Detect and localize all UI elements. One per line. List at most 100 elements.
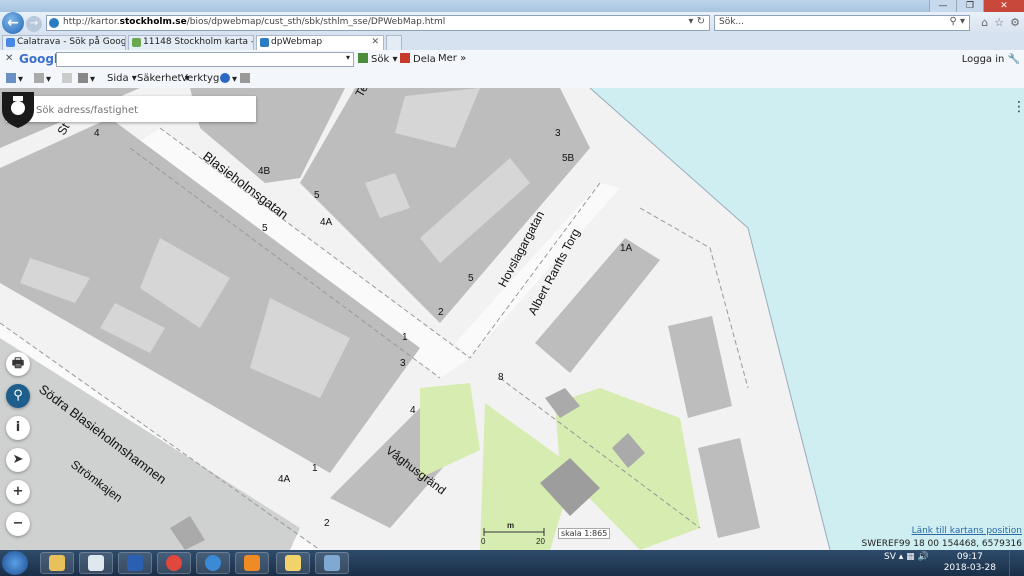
new-tab-button[interactable] bbox=[386, 35, 402, 50]
house-number: 5 bbox=[314, 190, 320, 201]
tab-label: Calatrava - Sök på Google bbox=[17, 37, 126, 47]
clock-time: 09:17 bbox=[956, 552, 983, 562]
feeds-icon[interactable]: ▾ bbox=[34, 73, 51, 85]
house-number: 1 bbox=[402, 332, 408, 343]
address-search-input[interactable] bbox=[34, 100, 248, 120]
google-more-button[interactable]: Mer » bbox=[438, 53, 466, 64]
volume-icon[interactable]: 🔊 bbox=[918, 552, 929, 562]
tab-bar: Calatrava - Sök på Google 11148 Stockhol… bbox=[0, 34, 1024, 51]
sign-in-button[interactable]: Logga in 🔧 bbox=[962, 54, 1020, 65]
map-toolbar: 🖶 ⚲ i ➤ + − bbox=[6, 352, 30, 536]
house-number: 8 bbox=[498, 372, 504, 383]
map-canvas: Blasieholmsgatan Hovslagargatan Albert R… bbox=[0, 88, 831, 550]
tab-google-search[interactable]: Calatrava - Sök på Google bbox=[2, 35, 126, 50]
show-desktop-button[interactable] bbox=[1009, 550, 1024, 576]
command-bar: ▾ ▾ ▾ Sida ▾ Säkerhet ▾ Verktyg ▾ ▾ bbox=[0, 70, 1024, 89]
home-icon[interactable]: ⌂ bbox=[981, 16, 988, 29]
internet-explorer-taskbar-icon[interactable] bbox=[196, 552, 230, 574]
zoom-out-icon[interactable]: − bbox=[6, 512, 30, 536]
hitta-favicon-icon bbox=[132, 38, 141, 47]
close-toolbar-icon[interactable]: ✕ bbox=[5, 53, 13, 64]
tab-dpwebmap[interactable]: dpWebmap ✕ bbox=[256, 35, 384, 50]
google-search-input[interactable]: ▾ bbox=[56, 52, 354, 67]
wrench-icon[interactable]: 🔧 bbox=[1008, 54, 1020, 65]
window-title-bar: — ❐ ✕ bbox=[0, 0, 1024, 12]
more-options-icon[interactable]: ⋮ bbox=[1012, 100, 1024, 114]
google-search-button[interactable]: Sök ▾ bbox=[358, 53, 397, 65]
house-number: 5B bbox=[562, 153, 575, 164]
house-number: 5 bbox=[468, 273, 474, 284]
house-number: 4 bbox=[94, 128, 100, 139]
coordinate-readout: SWEREF99 18 00 154468, 6579316 bbox=[861, 539, 1022, 549]
page-menu[interactable]: Sida ▾ bbox=[107, 73, 137, 84]
house-number: 1 bbox=[312, 463, 318, 474]
back-button[interactable]: ← bbox=[2, 12, 24, 34]
house-number: 1A bbox=[620, 243, 633, 254]
house-number: 4B bbox=[258, 166, 271, 177]
browser-search-placeholder: Sök... bbox=[719, 17, 745, 27]
network-taskbar-icon[interactable] bbox=[315, 552, 349, 574]
stockholm-crest-icon[interactable] bbox=[0, 88, 36, 128]
location-pin-icon[interactable]: ⚲ bbox=[6, 384, 30, 408]
settings-gear-icon[interactable]: ⚙ bbox=[1010, 16, 1020, 29]
house-number: 4A bbox=[320, 217, 333, 228]
close-window-button[interactable]: ✕ bbox=[983, 0, 1024, 12]
clock[interactable]: 09:17 2018-03-28 bbox=[944, 552, 996, 574]
map-view[interactable]: Blasieholmsgatan Hovslagargatan Albert R… bbox=[0, 88, 1024, 550]
research-icon[interactable] bbox=[240, 73, 252, 85]
address-bar[interactable]: http://kartor.stockholm.se/bios/dpwebmap… bbox=[46, 15, 710, 31]
share-icon bbox=[400, 53, 410, 63]
google-toolbar: ✕ Google ▾ Sök ▾ Dela Mer » Logga in 🔧 bbox=[0, 50, 1024, 71]
address-url: http://kartor.stockholm.se/bios/dpwebmap… bbox=[63, 17, 446, 27]
google-sok-icon bbox=[358, 53, 368, 63]
navigation-bar: ← → http://kartor.stockholm.se/bios/dpwe… bbox=[0, 12, 1024, 34]
system-tray: SV ▴ ▦ 🔊 bbox=[884, 552, 929, 562]
chrome-taskbar-icon[interactable] bbox=[157, 552, 191, 574]
tab-label: 11148 Stockholm karta - hitta.se bbox=[143, 37, 254, 47]
google-favicon-icon bbox=[6, 38, 15, 47]
house-number: 2 bbox=[438, 307, 444, 318]
favorites-star-icon[interactable]: ☆ bbox=[994, 16, 1004, 29]
print-toolbar-icon[interactable]: ▾ bbox=[78, 73, 95, 85]
house-number: 3 bbox=[400, 358, 406, 369]
scale-unit: m bbox=[507, 521, 514, 530]
mail-taskbar-icon[interactable] bbox=[276, 552, 310, 574]
tab-hitta[interactable]: 11148 Stockholm karta - hitta.se bbox=[128, 35, 254, 50]
dpwebmap-favicon-icon bbox=[260, 38, 269, 47]
search-icon[interactable]: ⚲ ▾ bbox=[949, 16, 965, 27]
google-share-button[interactable]: Dela bbox=[400, 53, 436, 65]
language-indicator[interactable]: SV bbox=[884, 552, 896, 562]
scale-min: 0 bbox=[481, 537, 486, 546]
scale-label: skala 1:865 bbox=[558, 528, 611, 539]
forward-button[interactable]: → bbox=[26, 16, 42, 32]
explorer-taskbar-icon[interactable] bbox=[40, 552, 74, 574]
print-icon[interactable]: 🖶 bbox=[6, 352, 30, 376]
house-number: 5 bbox=[262, 223, 268, 234]
house-number: 4 bbox=[410, 405, 416, 416]
house-number: 3 bbox=[555, 128, 561, 139]
info-icon[interactable]: i bbox=[6, 416, 30, 440]
network-icon[interactable]: ▦ bbox=[906, 552, 915, 562]
refresh-icon[interactable]: ▾ ↻ bbox=[688, 16, 705, 27]
mail-icon[interactable] bbox=[62, 73, 74, 85]
help-icon[interactable]: ▾ bbox=[220, 73, 237, 85]
minimize-button[interactable]: — bbox=[929, 0, 956, 12]
clock-date: 2018-03-28 bbox=[943, 563, 996, 573]
maximize-button[interactable]: ❐ bbox=[956, 0, 983, 12]
start-button[interactable] bbox=[2, 551, 28, 575]
house-number: 2 bbox=[324, 518, 330, 529]
word-taskbar-icon[interactable] bbox=[118, 552, 152, 574]
site-favicon-icon bbox=[49, 18, 59, 28]
close-tab-icon[interactable]: ✕ bbox=[371, 36, 379, 49]
browser-search-box[interactable]: Sök... ⚲ ▾ bbox=[714, 15, 970, 31]
address-search-box[interactable]: ☰ bbox=[6, 96, 256, 122]
media-player-taskbar-icon[interactable] bbox=[235, 552, 269, 574]
zoom-in-icon[interactable]: + bbox=[6, 480, 30, 504]
map-position-link[interactable]: Länk till kartans position bbox=[912, 526, 1022, 536]
notes-taskbar-icon[interactable] bbox=[79, 552, 113, 574]
dropdown-arrow-icon[interactable]: ▾ bbox=[346, 53, 350, 62]
house-number: 4A bbox=[278, 474, 291, 485]
scale-max: 20 bbox=[536, 537, 545, 546]
navigate-icon[interactable]: ➤ bbox=[6, 448, 30, 472]
home-page-icon[interactable]: ▾ bbox=[6, 73, 23, 85]
